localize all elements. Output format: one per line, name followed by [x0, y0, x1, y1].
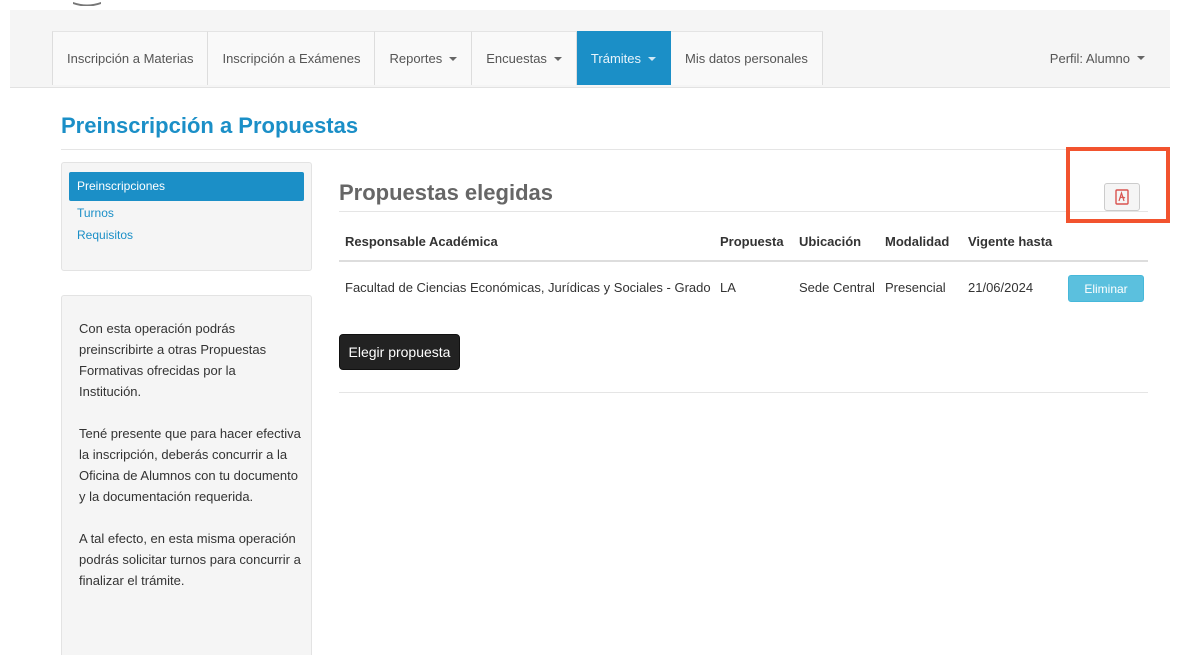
nav-label: Encuestas — [486, 51, 547, 66]
nav-inscripcion-examenes[interactable]: Inscripción a Exámenes — [208, 31, 376, 85]
info-paragraph: A tal efecto, en esta misma operación po… — [79, 531, 301, 588]
caret-down-icon — [1137, 56, 1145, 60]
nav-label: Trámites — [590, 51, 641, 66]
table-cell: Facultad de Ciencias Económicas, Jurídic… — [345, 280, 711, 295]
nav-mis-datos-personales[interactable]: Mis datos personales — [671, 31, 823, 85]
top-strip — [0, 0, 1183, 10]
sidebar-item-requisitos[interactable]: Requisitos — [69, 224, 304, 246]
profile-menu[interactable]: Perfil: Alumno — [1050, 31, 1145, 85]
table-header: Modalidad — [885, 234, 950, 249]
table-header: Propuesta — [720, 234, 784, 249]
eliminar-button[interactable]: Eliminar — [1068, 275, 1144, 302]
nav-label: Reportes — [389, 51, 443, 66]
nav-label: Inscripción a Exámenes — [222, 51, 361, 66]
sidebar-info-panel: Con esta operación podrás preinscribirte… — [61, 295, 312, 655]
nav-label: Mis datos personales — [685, 51, 808, 66]
caret-down-icon — [648, 56, 656, 61]
table-header-divider — [339, 260, 1148, 262]
nav-inscripcion-materias[interactable]: Inscripción a Materias — [52, 31, 209, 85]
main-nav: Inscripción a Materias Inscripción a Exá… — [52, 31, 823, 85]
table-header: Vigente hasta — [968, 234, 1053, 249]
profile-label: Perfil: Alumno — [1049, 50, 1130, 66]
table-cell: LA — [720, 280, 736, 295]
table-header: Ubicación — [799, 234, 862, 249]
nav-reportes[interactable]: Reportes — [375, 31, 473, 85]
pdf-file-icon — [1115, 189, 1129, 205]
table-cell: 21/06/2024 — [968, 280, 1034, 295]
section-title: Propuestas elegidas — [339, 180, 553, 205]
sidebar-item-preinscripciones[interactable]: Preinscripciones — [69, 172, 304, 201]
nav-encuestas[interactable]: Encuestas — [472, 31, 577, 85]
elegir-propuesta-button[interactable]: Elegir propuesta — [339, 334, 460, 370]
page-title: Preinscripción a Propuestas — [61, 113, 359, 138]
nav-label: Inscripción a Materias — [67, 51, 194, 66]
section-divider — [339, 211, 1148, 212]
content-divider — [339, 392, 1148, 393]
table-cell: Sede Central — [799, 280, 875, 295]
table-header: Responsable Académica — [345, 234, 498, 249]
export-pdf-button[interactable] — [1104, 183, 1140, 211]
info-paragraph: Tené presente que para hacer efectiva la… — [79, 426, 301, 504]
info-paragraph: Con esta operación podrás preinscribirte… — [79, 321, 267, 399]
nav-tramites[interactable]: Trámites — [576, 31, 671, 85]
table-cell: Presencial — [885, 280, 946, 295]
institution-logo-icon — [73, 2, 101, 6]
caret-down-icon — [553, 56, 562, 61]
sidebar-item-turnos[interactable]: Turnos — [69, 202, 304, 224]
title-divider — [61, 149, 1148, 150]
sidebar-nav: Preinscripciones Turnos Requisitos — [61, 162, 312, 271]
caret-down-icon — [449, 56, 458, 61]
